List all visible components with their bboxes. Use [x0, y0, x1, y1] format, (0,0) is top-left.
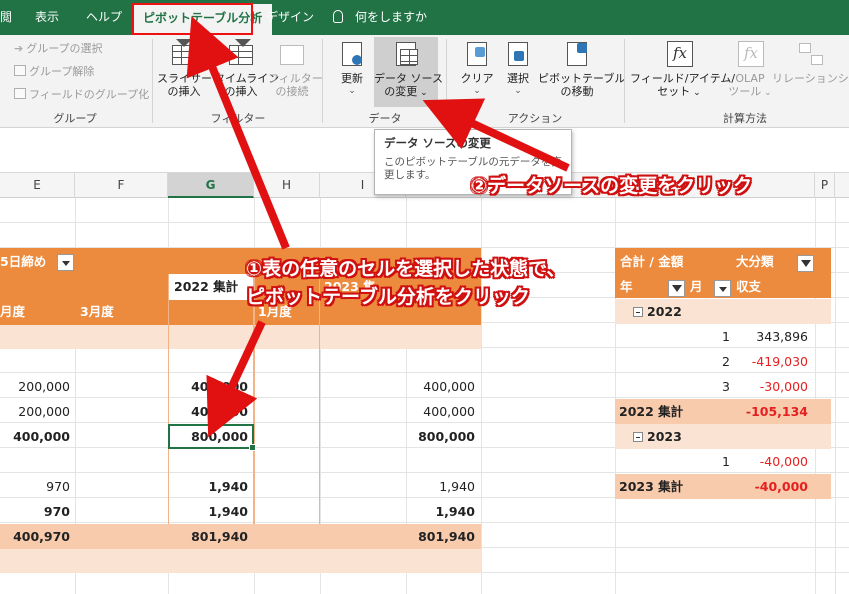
excel-window: 閲 表示 ヘルプ ピボットテーブル分析 デザイン 何をしますか ➔ グループの選択… — [0, 0, 849, 594]
arrow-to-change-source — [422, 98, 570, 172]
annotation-step1-line2: ピボットテーブル分析をクリック — [246, 286, 530, 308]
arrow-to-selected-cell — [206, 320, 266, 438]
annotation-step1-line1: ①表の任意のセルを選択した状態で、 — [246, 258, 566, 280]
arrow-to-analyze-tab — [186, 16, 290, 250]
annotation-step2: ②データソースの変更をクリック — [471, 175, 753, 197]
